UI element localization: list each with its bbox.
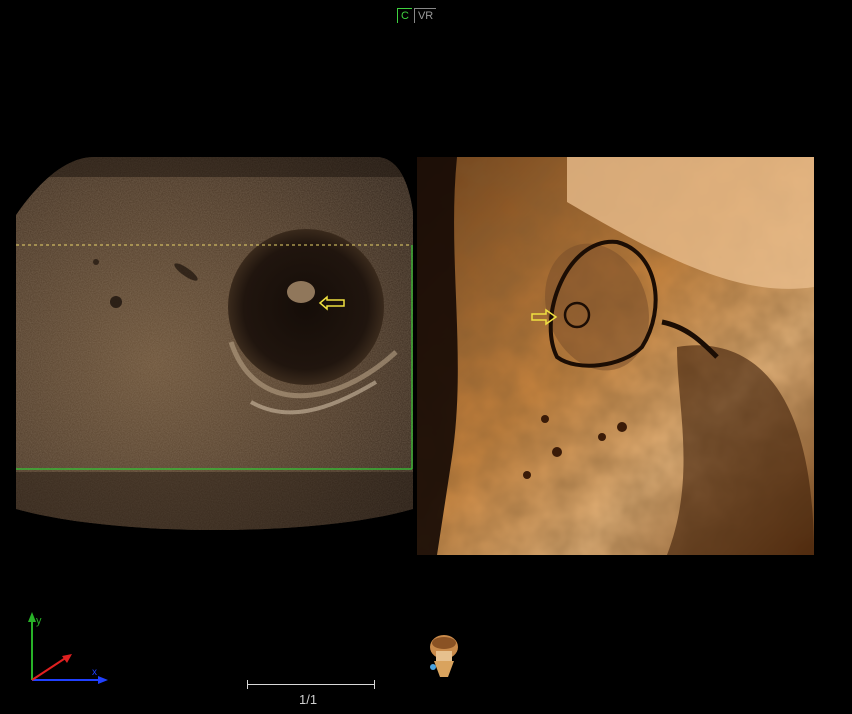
- y-axis-label: y: [36, 615, 42, 627]
- right-volume-render-view[interactable]: [417, 157, 814, 555]
- left-ultrasound-image: [16, 157, 413, 530]
- view-mode-c-tab[interactable]: C: [397, 8, 412, 23]
- x-axis-label: x: [92, 667, 97, 678]
- scale-bar: [247, 679, 375, 689]
- left-ultrasound-view[interactable]: [16, 157, 413, 531]
- orientation-marker-icon[interactable]: [424, 633, 464, 681]
- volume-render-image: [417, 157, 814, 555]
- axis-orientation-gizmo: y x: [22, 610, 114, 690]
- view-mode-vr-tab[interactable]: VR: [413, 8, 437, 23]
- view-mode-tabs: C VR: [397, 8, 437, 23]
- page-indicator: 1/1: [299, 692, 318, 707]
